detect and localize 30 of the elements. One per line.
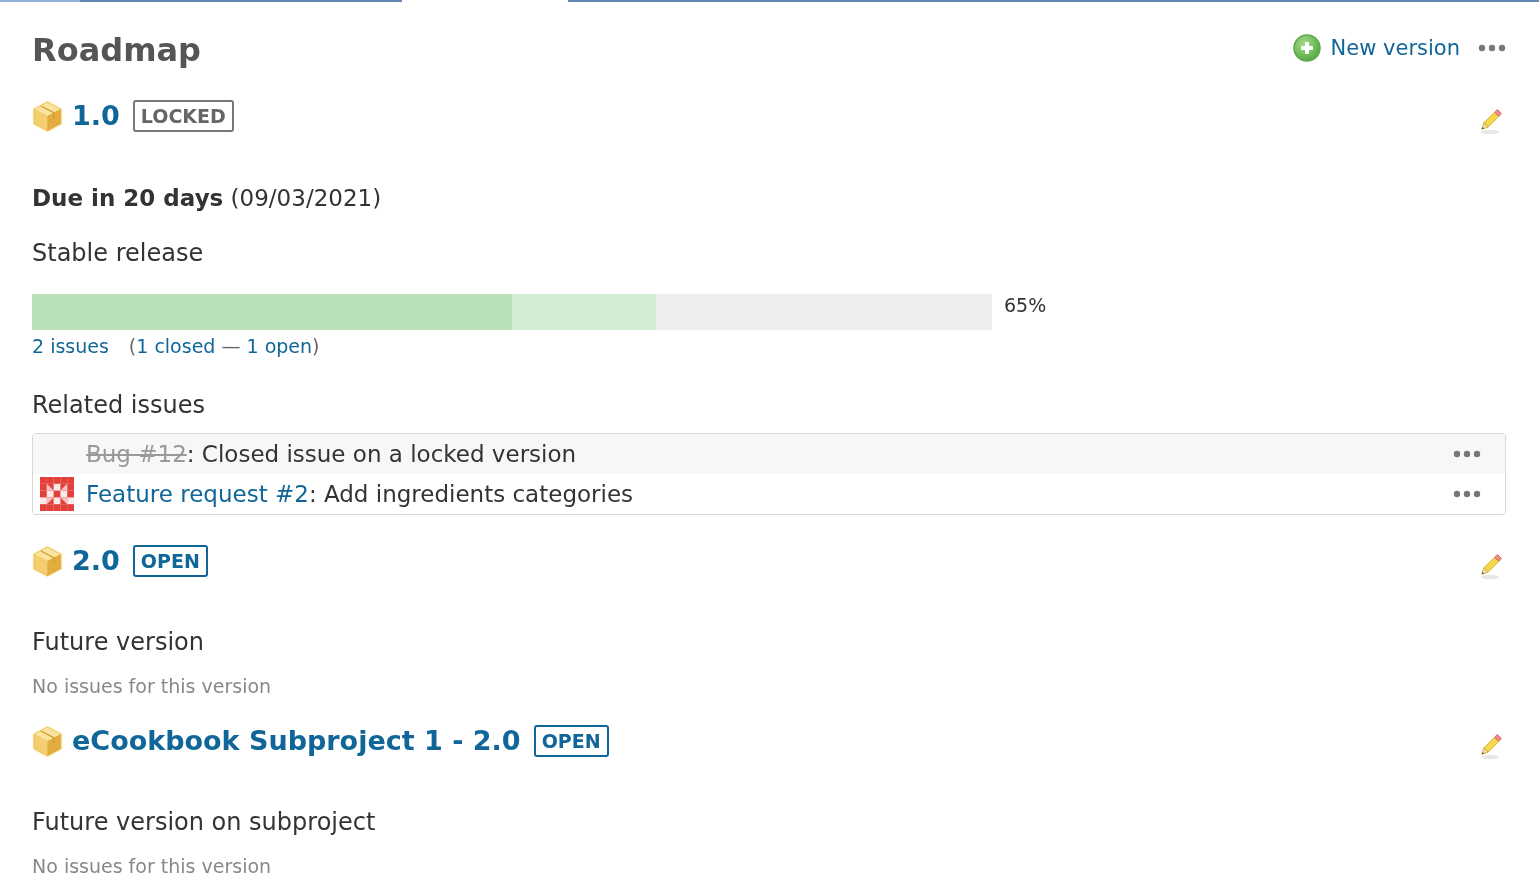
version-description: Future version on subproject	[32, 807, 377, 837]
progress-percent: 65%	[1004, 294, 1047, 316]
issue-subject: Bug #12: Closed issue on a locked version	[86, 440, 577, 469]
cube-icon	[31, 724, 64, 758]
issues-count-link[interactable]: 2 issues	[32, 334, 109, 358]
related-issues-heading: Related issues	[32, 390, 206, 420]
issue-link[interactable]: Feature request #2	[86, 481, 309, 507]
more-icon[interactable]	[1453, 450, 1481, 458]
version-link[interactable]: 1.0	[72, 96, 120, 136]
due-date: Due in 20 days (09/03/2021)	[32, 184, 383, 213]
no-issues-text: No issues for this version	[32, 857, 273, 875]
version-description: Future version	[32, 627, 205, 657]
no-issues-text: No issues for this version	[32, 677, 273, 695]
issue-filter-link[interactable]: 1 open	[246, 335, 313, 357]
cube-icon	[31, 99, 64, 133]
page-title: Roadmap	[32, 30, 201, 70]
status-badge: LOCKED	[132, 100, 234, 132]
status-badge: OPEN	[132, 545, 208, 577]
issue-subject: Feature request #2: Add ingredients categories	[86, 480, 634, 509]
new-version-link[interactable]: New version	[1292, 34, 1460, 62]
version-link[interactable]: 2.0	[72, 541, 120, 581]
cube-icon	[31, 544, 64, 578]
more-icon[interactable]	[1478, 44, 1506, 52]
issue-breakdown: (1 closed — 1 open)	[128, 334, 320, 358]
add-icon	[1292, 34, 1321, 62]
issue-filter-link[interactable]: 1 closed	[136, 335, 216, 357]
status-badge: OPEN	[533, 725, 609, 757]
more-icon[interactable]	[1453, 490, 1481, 498]
version-description: Stable release	[32, 238, 205, 268]
version-link[interactable]: eCookbook Subproject 1 - 2.0	[72, 721, 521, 761]
